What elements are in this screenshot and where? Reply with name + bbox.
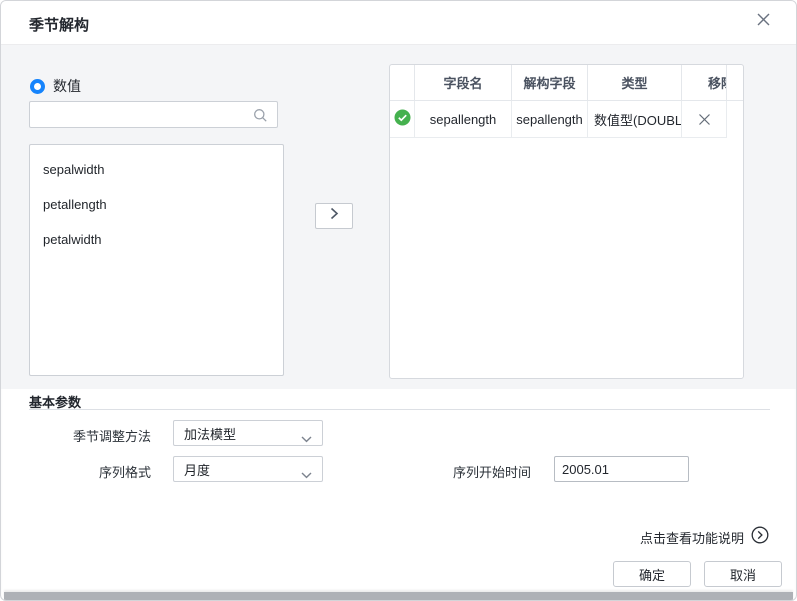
- row-type: 数值型(DOUBLE): [588, 101, 682, 138]
- ok-button[interactable]: 确定: [613, 561, 691, 587]
- circle-arrow-right-icon: [751, 526, 769, 549]
- chevron-down-icon: [301, 467, 312, 482]
- search-icon: [253, 108, 268, 128]
- start-time-input[interactable]: [554, 456, 689, 482]
- adjust-method-select[interactable]: 加法模型: [173, 420, 323, 446]
- row-status-cell: [390, 101, 415, 138]
- remove-x-icon[interactable]: [682, 101, 726, 137]
- row-decomposed-field: sepallength: [512, 101, 588, 138]
- header-type: 类型: [588, 65, 682, 100]
- row-remove-cell: [682, 101, 727, 138]
- header-field-name: 字段名: [415, 65, 512, 100]
- check-circle-icon: [394, 109, 411, 129]
- field-search-input[interactable]: [31, 103, 265, 126]
- close-icon: [756, 12, 771, 32]
- help-link-label: 点击查看功能说明: [640, 528, 744, 547]
- series-format-label: 序列格式: [21, 462, 151, 481]
- cancel-button[interactable]: 取消: [704, 561, 782, 587]
- close-button[interactable]: [752, 11, 774, 33]
- dialog-title: 季节解构: [29, 14, 89, 35]
- seasonal-decomposition-dialog: 季节解构 数值 sepalwidth petallength petalwidt…: [0, 0, 797, 601]
- series-format-value: 月度: [184, 460, 210, 479]
- adjust-method-value: 加法模型: [184, 424, 236, 443]
- table-row: sepallength sepallength 数值型(DOUBLE): [390, 101, 744, 138]
- title-bar: 季节解构: [1, 1, 796, 45]
- source-field-list: sepalwidth petallength petalwidth: [29, 144, 284, 376]
- window-bottom-edge: [4, 592, 793, 600]
- table-header-row: 字段名 解构字段 类型 移除: [390, 65, 744, 101]
- header-decomposed-field: 解构字段: [512, 65, 588, 100]
- numeric-radio-row: 数值: [30, 76, 81, 96]
- help-link[interactable]: 点击查看功能说明: [640, 526, 769, 549]
- header-remove: 移除: [682, 65, 727, 100]
- series-format-select[interactable]: 月度: [173, 456, 323, 482]
- list-item[interactable]: petallength: [30, 187, 283, 222]
- start-time-label: 序列开始时间: [431, 462, 531, 481]
- adjust-method-label: 季节调整方法: [21, 426, 151, 445]
- numeric-radio-label: 数值: [53, 76, 81, 96]
- list-item[interactable]: sepalwidth: [30, 152, 283, 187]
- header-status: [390, 65, 415, 100]
- selected-fields-table: 字段名 解构字段 类型 移除 sepallength sepallength 数…: [389, 64, 744, 379]
- list-item[interactable]: petalwidth: [30, 222, 283, 257]
- field-search-box: [29, 101, 278, 128]
- chevron-right-icon: [330, 207, 339, 225]
- numeric-radio[interactable]: [30, 79, 45, 94]
- chevron-down-icon: [301, 431, 312, 446]
- section-divider: [29, 409, 770, 410]
- move-right-button[interactable]: [315, 203, 353, 229]
- row-field-name: sepallength: [415, 101, 512, 138]
